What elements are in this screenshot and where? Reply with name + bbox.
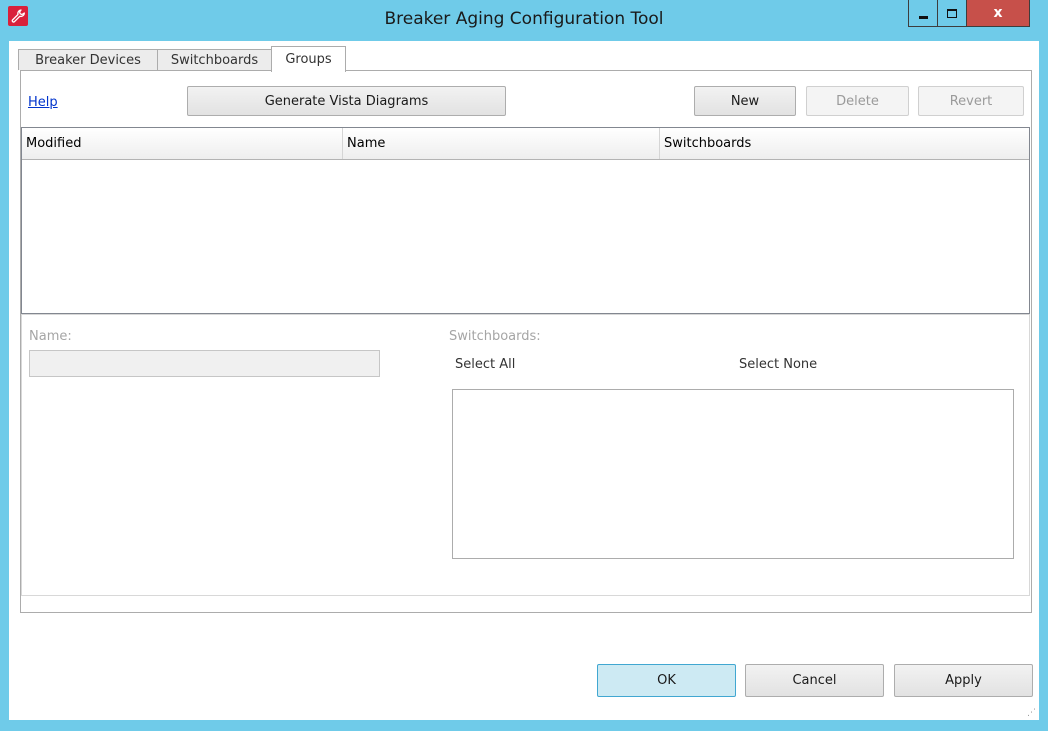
- switchboards-label: Switchboards:: [449, 329, 541, 344]
- title-bar[interactable]: Breaker Aging Configuration Tool x: [0, 0, 1048, 40]
- generate-vista-diagrams-button[interactable]: Generate Vista Diagrams: [187, 86, 506, 116]
- delete-button[interactable]: Delete: [806, 86, 909, 116]
- column-header-switchboards[interactable]: Switchboards: [660, 128, 1031, 159]
- groups-grid[interactable]: Modified Name Switchboards: [21, 127, 1030, 314]
- column-header-name[interactable]: Name: [343, 128, 660, 159]
- select-all-link[interactable]: Select All: [455, 357, 515, 372]
- ok-button[interactable]: OK: [597, 664, 736, 697]
- name-label: Name:: [29, 329, 72, 344]
- grid-header: Modified Name Switchboards: [22, 128, 1029, 160]
- window-title: Breaker Aging Configuration Tool: [384, 9, 664, 29]
- revert-button[interactable]: Revert: [918, 86, 1024, 116]
- apply-button[interactable]: Apply: [894, 664, 1033, 697]
- select-none-link[interactable]: Select None: [739, 357, 817, 372]
- tab-switchboards[interactable]: Switchboards: [157, 49, 272, 70]
- tab-breaker-devices[interactable]: Breaker Devices: [18, 49, 158, 70]
- name-field[interactable]: [29, 350, 380, 377]
- maximize-icon: [947, 8, 957, 18]
- tab-groups[interactable]: Groups: [271, 46, 346, 72]
- switchboards-listbox[interactable]: [452, 389, 1014, 559]
- help-link[interactable]: Help: [28, 95, 58, 110]
- resize-grip-icon[interactable]: ⋰: [1027, 708, 1036, 718]
- maximize-button[interactable]: [937, 0, 966, 27]
- new-button[interactable]: New: [694, 86, 796, 116]
- close-icon: x: [993, 5, 1003, 21]
- app-window: Breaker Aging Configuration Tool x Break…: [0, 0, 1048, 731]
- minimize-button[interactable]: [908, 0, 937, 27]
- cancel-button[interactable]: Cancel: [745, 664, 884, 697]
- column-header-modified[interactable]: Modified: [22, 128, 343, 159]
- client-area: Breaker Devices Switchboards Groups Help…: [9, 41, 1039, 720]
- close-button[interactable]: x: [966, 0, 1030, 27]
- minimize-icon: [918, 15, 928, 19]
